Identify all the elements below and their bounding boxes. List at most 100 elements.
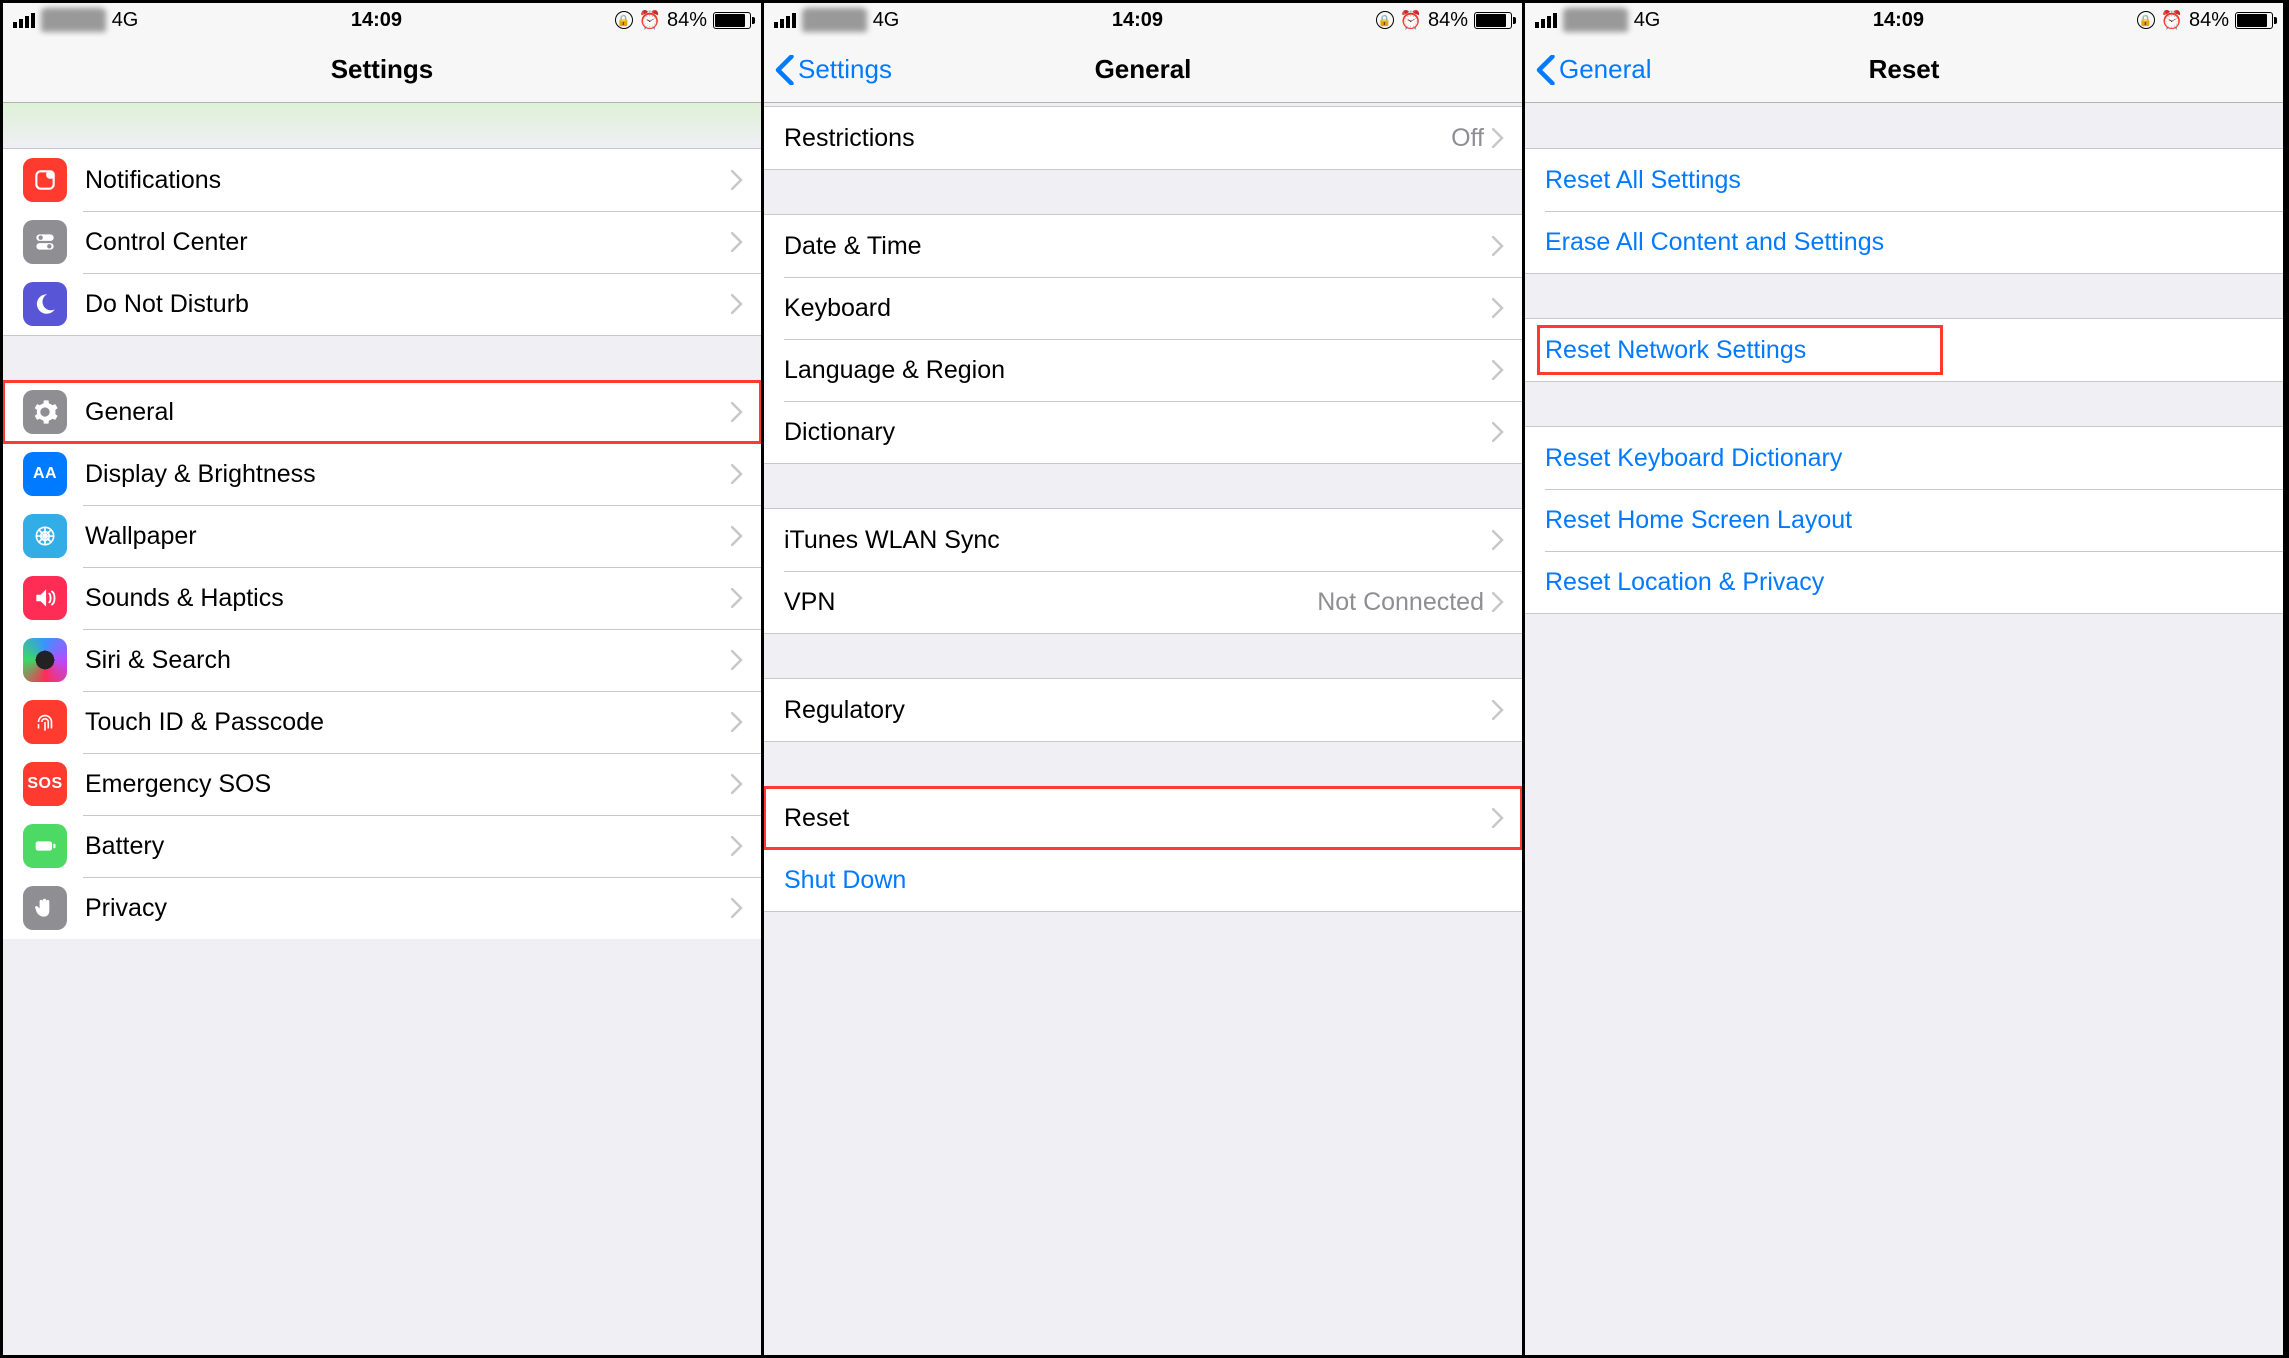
row-notifications[interactable]: Notifications xyxy=(3,149,761,211)
group-gap xyxy=(3,335,761,381)
row-regulatory[interactable]: Regulatory xyxy=(764,679,1522,741)
row-control-center[interactable]: Control Center xyxy=(3,211,761,273)
row-emergency-sos[interactable]: SOS Emergency SOS xyxy=(3,753,761,815)
row-reset[interactable]: Reset xyxy=(764,787,1522,849)
battery-icon xyxy=(2235,12,2273,29)
row-privacy[interactable]: Privacy xyxy=(3,877,761,939)
chevron-right-icon xyxy=(1492,592,1504,612)
rotation-lock-icon: 🔒 xyxy=(1376,11,1394,29)
network-label: 4G xyxy=(112,9,139,32)
wallpaper-icon xyxy=(23,514,67,558)
row-display-brightness[interactable]: AA Display & Brightness xyxy=(3,443,761,505)
clock-label: 14:09 xyxy=(351,9,402,32)
nav-back-button[interactable]: Settings xyxy=(774,54,892,85)
chevron-right-icon xyxy=(731,898,743,918)
row-label: Reset Network Settings xyxy=(1545,336,2265,365)
row-label: Privacy xyxy=(85,894,731,923)
row-label: Reset Location & Privacy xyxy=(1545,568,2265,597)
nav-bar: Settings xyxy=(3,37,761,103)
nav-back-label: General xyxy=(1559,54,1652,85)
status-bar: ████ 4G 14:09 🔒 ⏰ 84% xyxy=(764,3,1522,37)
row-label: Sounds & Haptics xyxy=(85,584,731,613)
group-gap xyxy=(1525,103,2283,149)
group-gap xyxy=(3,103,761,149)
chevron-right-icon xyxy=(1492,530,1504,550)
sos-icon: SOS xyxy=(23,762,67,806)
row-label: Date & Time xyxy=(784,232,1492,261)
clock-label: 14:09 xyxy=(1112,9,1163,32)
row-label: Dictionary xyxy=(784,418,1492,447)
row-date-time[interactable]: Date & Time xyxy=(764,215,1522,277)
row-itunes-wlan-sync[interactable]: iTunes WLAN Sync xyxy=(764,509,1522,571)
row-dictionary[interactable]: Dictionary xyxy=(764,401,1522,463)
row-label: Erase All Content and Settings xyxy=(1545,228,2265,257)
chevron-right-icon xyxy=(731,712,743,732)
nav-title: General xyxy=(1095,54,1192,85)
chevron-right-icon xyxy=(731,588,743,608)
nav-title: Reset xyxy=(1869,54,1940,85)
nav-title: Settings xyxy=(331,54,434,85)
row-touch-id-passcode[interactable]: Touch ID & Passcode xyxy=(3,691,761,753)
signal-icon xyxy=(13,13,35,28)
row-label: Reset xyxy=(784,804,1492,833)
row-reset-home-screen-layout[interactable]: Reset Home Screen Layout xyxy=(1525,489,2283,551)
row-label: Wallpaper xyxy=(85,522,731,551)
battery-icon xyxy=(23,824,67,868)
display-icon: AA xyxy=(23,452,67,496)
row-do-not-disturb[interactable]: Do Not Disturb xyxy=(3,273,761,335)
row-sounds-haptics[interactable]: Sounds & Haptics xyxy=(3,567,761,629)
row-label: Battery xyxy=(85,832,731,861)
group-gap xyxy=(764,741,1522,787)
alarm-icon: ⏰ xyxy=(2161,10,2183,31)
row-label: Reset Home Screen Layout xyxy=(1545,506,2265,535)
chevron-right-icon xyxy=(1492,128,1504,148)
row-label: Keyboard xyxy=(784,294,1492,323)
group-gap xyxy=(1525,613,2283,1355)
status-bar: ████ 4G 14:09 🔒 ⏰ 84% xyxy=(1525,3,2283,37)
row-general[interactable]: General xyxy=(3,381,761,443)
row-language-region[interactable]: Language & Region xyxy=(764,339,1522,401)
chevron-right-icon xyxy=(731,294,743,314)
battery-icon xyxy=(1474,12,1512,29)
row-label: Control Center xyxy=(85,228,731,257)
group-gap xyxy=(764,911,1522,1355)
signal-icon xyxy=(774,13,796,28)
chevron-right-icon xyxy=(731,464,743,484)
row-restrictions[interactable]: Restrictions Off xyxy=(764,107,1522,169)
chevron-right-icon xyxy=(1492,360,1504,380)
row-siri-search[interactable]: Siri & Search xyxy=(3,629,761,691)
siri-icon xyxy=(23,638,67,682)
battery-pct-label: 84% xyxy=(667,9,707,32)
row-label: Shut Down xyxy=(784,866,1504,895)
row-battery[interactable]: Battery xyxy=(3,815,761,877)
row-label: Do Not Disturb xyxy=(85,290,731,319)
notifications-icon xyxy=(23,158,67,202)
battery-pct-label: 84% xyxy=(1428,9,1468,32)
group-gap xyxy=(1525,381,2283,427)
row-wallpaper[interactable]: Wallpaper xyxy=(3,505,761,567)
chevron-right-icon xyxy=(1492,422,1504,442)
row-keyboard[interactable]: Keyboard xyxy=(764,277,1522,339)
row-vpn[interactable]: VPN Not Connected xyxy=(764,571,1522,633)
group-gap xyxy=(764,463,1522,509)
row-reset-all-settings[interactable]: Reset All Settings xyxy=(1525,149,2283,211)
row-reset-location-privacy[interactable]: Reset Location & Privacy xyxy=(1525,551,2283,613)
row-shut-down[interactable]: Shut Down xyxy=(764,849,1522,911)
alarm-icon: ⏰ xyxy=(639,10,661,31)
fingerprint-icon xyxy=(23,700,67,744)
signal-icon xyxy=(1535,13,1557,28)
chevron-right-icon xyxy=(731,526,743,546)
nav-back-button[interactable]: General xyxy=(1535,54,1652,85)
row-label: Notifications xyxy=(85,166,731,195)
row-reset-keyboard-dictionary[interactable]: Reset Keyboard Dictionary xyxy=(1525,427,2283,489)
row-erase-all-content[interactable]: Erase All Content and Settings xyxy=(1525,211,2283,273)
row-label: Language & Region xyxy=(784,356,1492,385)
row-value: Not Connected xyxy=(1317,588,1484,617)
row-label: Restrictions xyxy=(784,124,1451,153)
clock-label: 14:09 xyxy=(1873,9,1924,32)
row-reset-network-settings[interactable]: Reset Network Settings xyxy=(1525,319,2283,381)
row-label: iTunes WLAN Sync xyxy=(784,526,1492,555)
chevron-right-icon xyxy=(1492,236,1504,256)
chevron-right-icon xyxy=(1492,700,1504,720)
group-gap xyxy=(764,633,1522,679)
